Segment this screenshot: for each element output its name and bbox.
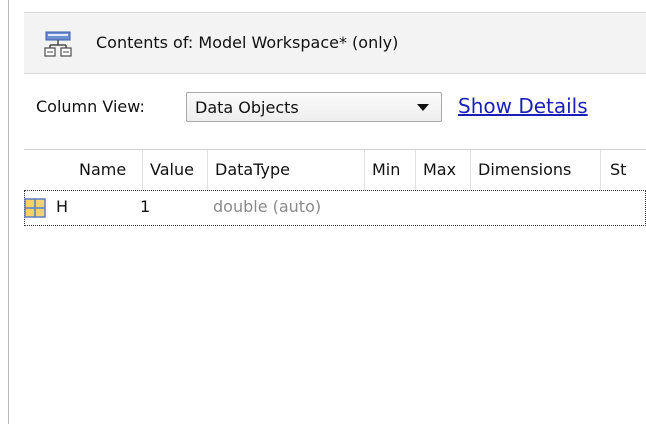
model-explorer-panel: Contents of: Model Workspace* (only) Col… — [0, 0, 646, 424]
row-datatype[interactable]: double (auto) — [213, 196, 321, 218]
table-header: Name Value DataType Min Max Dimensions S… — [24, 150, 646, 190]
row-name[interactable]: H — [56, 196, 68, 218]
parameter-grid-icon — [24, 198, 46, 218]
column-header-value[interactable]: Value — [150, 159, 194, 181]
column-header-min[interactable]: Min — [372, 159, 400, 181]
column-divider[interactable] — [364, 150, 365, 190]
column-header-dimensions[interactable]: Dimensions — [478, 159, 571, 181]
contents-title: Contents of: Model Workspace* (only) — [96, 33, 399, 52]
panel-left-border — [8, 0, 9, 424]
column-header-name[interactable]: Name — [79, 159, 126, 181]
chevron-down-icon — [417, 104, 429, 111]
column-divider[interactable] — [207, 150, 208, 190]
column-header-storage[interactable]: St — [610, 159, 626, 181]
table-row[interactable]: H 1 double (auto) — [24, 190, 646, 226]
column-view-selected: Data Objects — [195, 98, 299, 117]
column-header-datatype[interactable]: DataType — [215, 159, 290, 181]
column-divider[interactable] — [470, 150, 471, 190]
contents-table: Name Value DataType Min Max Dimensions S… — [24, 149, 646, 424]
column-header-max[interactable]: Max — [423, 159, 456, 181]
row-value[interactable]: 1 — [140, 196, 150, 218]
contents-header: Contents of: Model Workspace* (only) — [24, 12, 646, 74]
workspace-tree-icon — [44, 31, 72, 57]
column-view-label: Column View: — [36, 97, 145, 116]
column-divider[interactable] — [600, 150, 601, 190]
column-divider[interactable] — [415, 150, 416, 190]
show-details-link[interactable]: Show Details — [458, 93, 588, 119]
column-divider[interactable] — [142, 150, 143, 190]
column-view-dropdown[interactable]: Data Objects — [186, 92, 442, 122]
